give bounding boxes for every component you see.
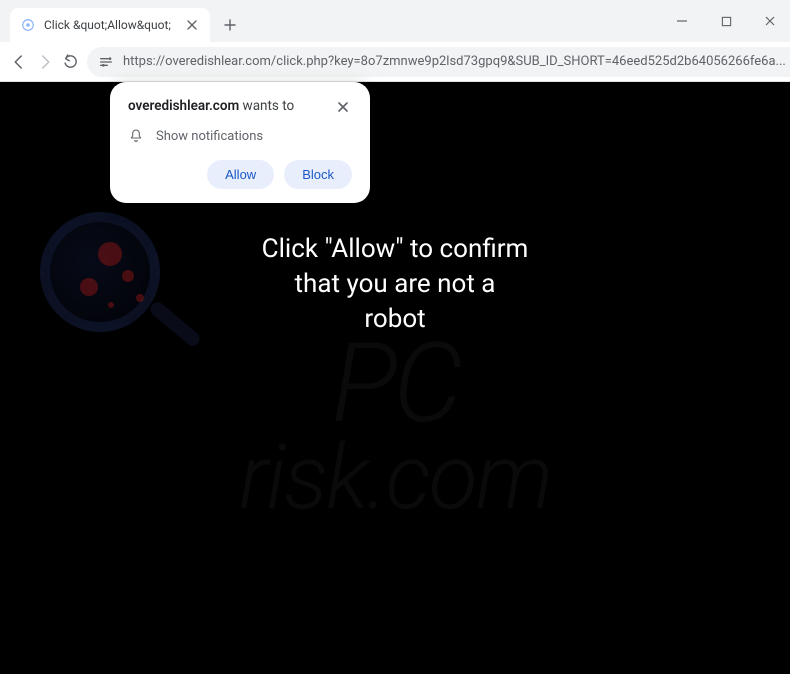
main-text-line-3: robot — [0, 302, 790, 337]
window-minimize-button[interactable] — [668, 10, 696, 32]
window-maximize-button[interactable] — [712, 10, 740, 32]
notification-close-button[interactable] — [334, 98, 352, 116]
tab-favicon-icon — [20, 17, 36, 33]
nav-forward-button[interactable] — [36, 48, 54, 76]
window-close-button[interactable] — [756, 10, 784, 32]
notification-title: overedishlear.com wants to — [128, 98, 294, 114]
bell-icon — [128, 128, 144, 144]
allow-button[interactable]: Allow — [207, 160, 274, 189]
tab-close-button[interactable] — [184, 17, 200, 33]
main-instruction-text: Click "Allow" to confirm that you are no… — [0, 232, 790, 337]
notification-site-name: overedishlear.com — [128, 98, 239, 114]
browser-titlebar: Click &quot;Allow&quot; — [0, 0, 790, 42]
browser-tab[interactable]: Click &quot;Allow&quot; — [10, 8, 210, 42]
notification-permission-dialog: overedishlear.com wants to Show notifica… — [110, 82, 370, 203]
new-tab-button[interactable] — [216, 11, 244, 39]
notification-permission-label: Show notifications — [156, 129, 263, 144]
browser-toolbar: https://overedishlear.com/click.php?key=… — [0, 42, 790, 82]
address-bar[interactable]: https://overedishlear.com/click.php?key=… — [87, 47, 790, 77]
tab-title: Click &quot;Allow&quot; — [44, 18, 176, 32]
notification-wants-to: wants to — [239, 98, 294, 114]
nav-back-button[interactable] — [10, 48, 28, 76]
nav-reload-button[interactable] — [62, 48, 79, 76]
main-text-line-2: that you are not a — [0, 267, 790, 302]
main-text-line-1: Click "Allow" to confirm — [0, 232, 790, 267]
site-settings-icon[interactable] — [97, 53, 115, 71]
window-controls — [668, 10, 784, 32]
watermark-risk-text: risk.com — [239, 425, 551, 530]
url-text: https://overedishlear.com/click.php?key=… — [123, 54, 786, 69]
block-button[interactable]: Block — [284, 160, 352, 189]
